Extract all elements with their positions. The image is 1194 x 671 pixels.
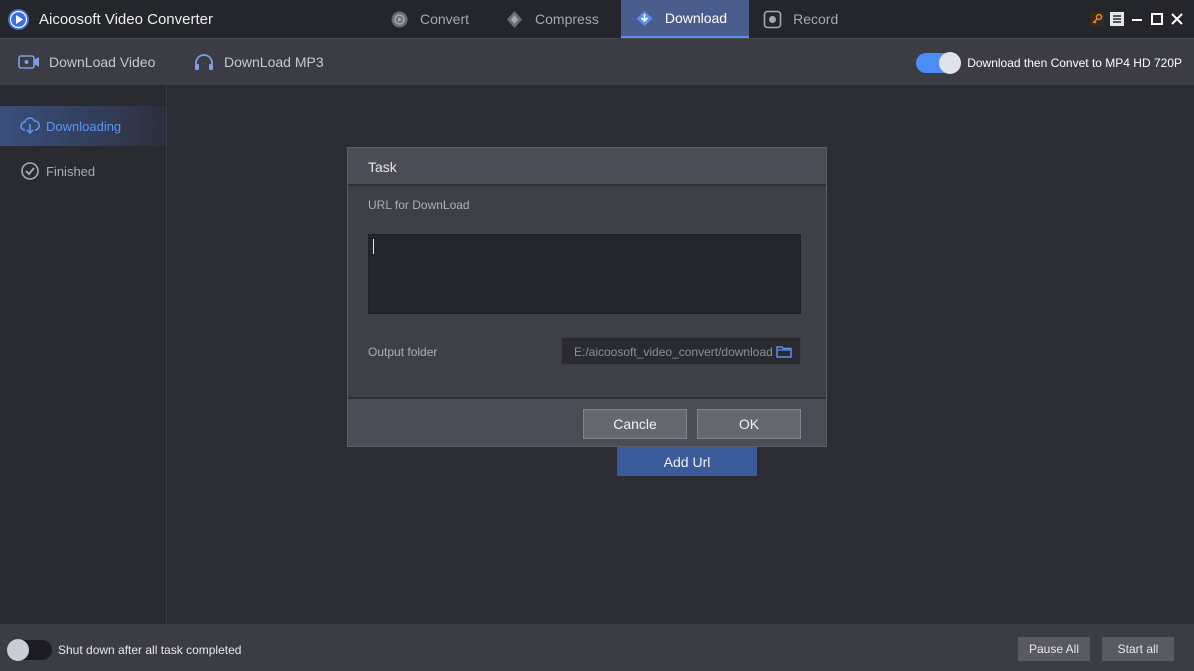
bottom-bar: Shut down after all task completed Pause… xyxy=(0,624,1194,671)
download-video-label: DownLoad Video xyxy=(49,54,156,70)
minimize-icon[interactable] xyxy=(1130,12,1144,26)
output-folder-label: Output folder xyxy=(368,345,438,359)
toggle-knob xyxy=(7,639,29,661)
sidebar-item-downloading[interactable]: Downloading xyxy=(0,106,166,146)
ok-button[interactable]: OK xyxy=(697,409,801,439)
video-camera-icon xyxy=(18,53,40,71)
download-mp3-button[interactable]: DownLoad MP3 xyxy=(193,53,324,71)
task-dialog: Task URL for DownLoad Output folder E:/a… xyxy=(347,147,827,447)
text-caret xyxy=(373,239,374,254)
dialog-header: Task xyxy=(348,148,826,186)
sidebar-item-finished[interactable]: Finished xyxy=(0,151,166,191)
toggle-knob xyxy=(939,52,962,74)
sidebar: Downloading Finished xyxy=(0,85,167,624)
tab-compress[interactable]: Compress xyxy=(491,0,621,38)
tab-compress-label: Compress xyxy=(535,11,599,27)
tab-convert[interactable]: Convert xyxy=(376,0,491,38)
dialog-footer: Cancle OK xyxy=(348,397,826,446)
output-folder-path: E:/aicoosoft_video_convert/download xyxy=(574,345,773,359)
convert-toggle-label: Download then Convet to MP4 HD 720P xyxy=(967,56,1182,70)
download-icon xyxy=(635,9,654,28)
record-icon xyxy=(763,10,782,29)
check-circle-icon xyxy=(20,161,40,181)
app-title: Aicoosoft Video Converter xyxy=(39,11,213,28)
cancel-button[interactable]: Cancle xyxy=(583,409,687,439)
shutdown-toggle-group: Shut down after all task completed xyxy=(7,639,242,661)
shutdown-label: Shut down after all task completed xyxy=(58,643,242,657)
url-input[interactable] xyxy=(368,234,801,314)
compress-icon xyxy=(505,10,524,29)
key-icon[interactable] xyxy=(1090,12,1104,26)
sidebar-item-finished-label: Finished xyxy=(46,163,96,179)
download-mp3-label: DownLoad MP3 xyxy=(224,54,324,70)
output-folder-field[interactable]: E:/aicoosoft_video_convert/download xyxy=(561,337,801,365)
convert-icon xyxy=(390,10,409,29)
tab-convert-label: Convert xyxy=(420,11,470,27)
url-label: URL for DownLoad xyxy=(368,198,470,212)
download-video-button[interactable]: DownLoad Video xyxy=(18,53,155,71)
start-all-button[interactable]: Start all xyxy=(1102,637,1174,661)
tab-download-label: Download xyxy=(664,10,728,26)
add-url-button[interactable]: Add Url xyxy=(617,447,757,476)
shutdown-toggle[interactable] xyxy=(7,639,52,661)
maximize-icon[interactable] xyxy=(1150,12,1164,26)
convert-toggle-group: Download then Convet to MP4 HD 720P xyxy=(916,52,1182,74)
tab-record-label: Record xyxy=(793,11,839,27)
title-bar: Aicoosoft Video Converter Convert Compre… xyxy=(0,0,1194,38)
sidebar-item-downloading-label: Downloading xyxy=(46,118,122,134)
window-controls xyxy=(1090,12,1184,26)
convert-toggle[interactable] xyxy=(916,52,962,74)
dialog-title: Task xyxy=(368,159,397,175)
download-toolbar: DownLoad Video DownLoad MP3 Download the… xyxy=(0,38,1194,85)
pause-all-button[interactable]: Pause All xyxy=(1018,637,1090,661)
headphones-icon xyxy=(193,53,215,71)
tab-download[interactable]: Download xyxy=(620,0,750,38)
app-logo-icon xyxy=(8,9,29,30)
menu-icon[interactable] xyxy=(1110,12,1124,26)
tab-record[interactable]: Record xyxy=(749,0,860,38)
folder-icon[interactable] xyxy=(776,345,792,358)
close-icon[interactable] xyxy=(1170,12,1184,26)
top-tabs: Convert Compress Download Record xyxy=(376,0,860,38)
cloud-download-icon xyxy=(20,116,41,136)
